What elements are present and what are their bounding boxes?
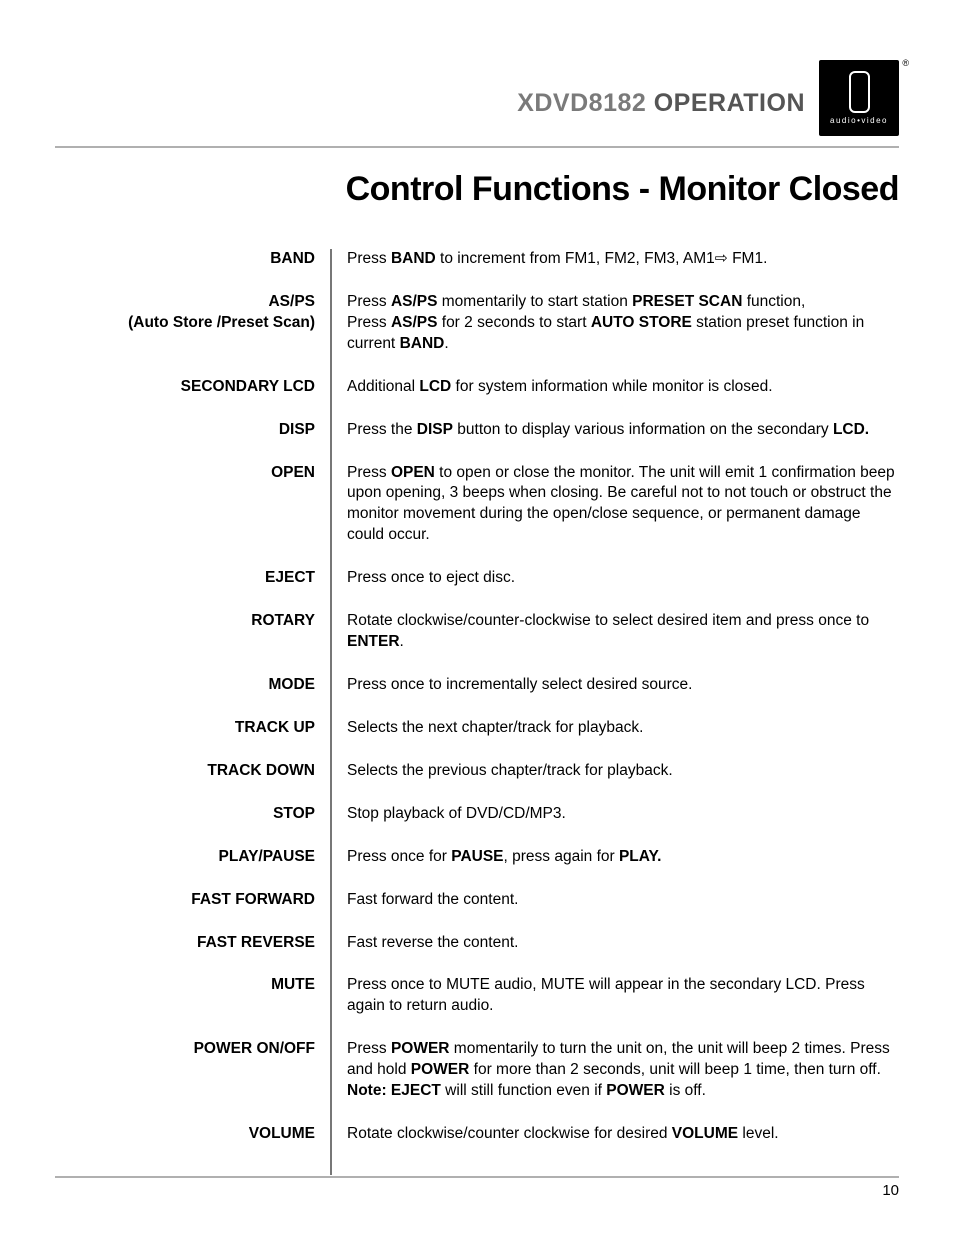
header-section: OPERATION [654, 89, 805, 117]
control-label: TRACK DOWN [55, 761, 330, 782]
page-number: 10 [55, 1178, 899, 1199]
header-model: XDVD8182 [517, 89, 646, 117]
control-description: Press OPEN to open or close the monitor.… [332, 463, 899, 547]
control-label: POWER ON/OFF [55, 1039, 330, 1102]
control-description: Rotate clockwise/counter clockwise for d… [332, 1124, 899, 1145]
control-row: DISPPress the DISP button to display var… [55, 420, 899, 441]
control-description: Stop playback of DVD/CD/MP3. [332, 804, 899, 825]
control-row: VOLUMERotate clockwise/counter clockwise… [55, 1124, 899, 1145]
control-row: EJECTPress once to eject disc. [55, 568, 899, 589]
control-row: MUTEPress once to MUTE audio, MUTE will … [55, 975, 899, 1017]
control-description: Press POWER momentarily to turn the unit… [332, 1039, 899, 1102]
control-label: EJECT [55, 568, 330, 589]
control-row: SECONDARY LCDAdditional LCD for system i… [55, 377, 899, 398]
brand-logo: audio•video [819, 60, 899, 136]
control-label: FAST FORWARD [55, 890, 330, 911]
control-row: FAST FORWARDFast forward the content. [55, 890, 899, 911]
control-description: Additional LCD for system information wh… [332, 377, 899, 398]
control-row: OPENPress OPEN to open or close the moni… [55, 463, 899, 547]
logo-subtext: audio•video [830, 116, 888, 125]
logo-bars-icon [849, 71, 870, 113]
control-row: FAST REVERSEFast reverse the content. [55, 933, 899, 954]
section-title: Control Functions - Monitor Closed [55, 170, 899, 209]
control-description: Press once to eject disc. [332, 568, 899, 589]
control-row: TRACK DOWNSelects the previous chapter/t… [55, 761, 899, 782]
control-functions-table: BANDPress BAND to increment from FM1, FM… [55, 249, 899, 1145]
control-label: VOLUME [55, 1124, 330, 1145]
header-text: XDVD8182 OPERATION [517, 89, 805, 136]
control-description: Selects the previous chapter/track for p… [332, 761, 899, 782]
control-label: SECONDARY LCD [55, 377, 330, 398]
control-description: Rotate clockwise/counter-clockwise to se… [332, 611, 899, 653]
page-footer: 10 [55, 1176, 899, 1199]
control-description: Press the DISP button to display various… [332, 420, 899, 441]
control-label: BAND [55, 249, 330, 270]
control-row: MODEPress once to incrementally select d… [55, 675, 899, 696]
control-description: Fast forward the content. [332, 890, 899, 911]
control-row: STOPStop playback of DVD/CD/MP3. [55, 804, 899, 825]
control-label: STOP [55, 804, 330, 825]
control-description: Press once for PAUSE, press again for PL… [332, 847, 899, 868]
control-label: ROTARY [55, 611, 330, 653]
control-description: Press once to MUTE audio, MUTE will appe… [332, 975, 899, 1017]
control-label: MODE [55, 675, 330, 696]
control-description: Press once to incrementally select desir… [332, 675, 899, 696]
continuous-vertical-rule [330, 249, 332, 1175]
control-description: Press BAND to increment from FM1, FM2, F… [332, 249, 899, 270]
control-description: Fast reverse the content. [332, 933, 899, 954]
control-description: Press AS/PS momentarily to start station… [332, 292, 899, 355]
control-label: OPEN [55, 463, 330, 547]
header-divider [55, 146, 899, 148]
control-label: FAST REVERSE [55, 933, 330, 954]
control-description: Selects the next chapter/track for playb… [332, 718, 899, 739]
control-row: PLAY/PAUSEPress once for PAUSE, press ag… [55, 847, 899, 868]
page-header: XDVD8182 OPERATION audio•video [55, 60, 899, 136]
control-row: AS/PS(Auto Store /Preset Scan)Press AS/P… [55, 292, 899, 355]
control-row: TRACK UPSelects the next chapter/track f… [55, 718, 899, 739]
control-row: POWER ON/OFFPress POWER momentarily to t… [55, 1039, 899, 1102]
control-row: BANDPress BAND to increment from FM1, FM… [55, 249, 899, 270]
control-label: TRACK UP [55, 718, 330, 739]
control-label: DISP [55, 420, 330, 441]
control-label: PLAY/PAUSE [55, 847, 330, 868]
control-label: AS/PS(Auto Store /Preset Scan) [55, 292, 330, 355]
control-label: MUTE [55, 975, 330, 1017]
control-row: ROTARYRotate clockwise/counter-clockwise… [55, 611, 899, 653]
